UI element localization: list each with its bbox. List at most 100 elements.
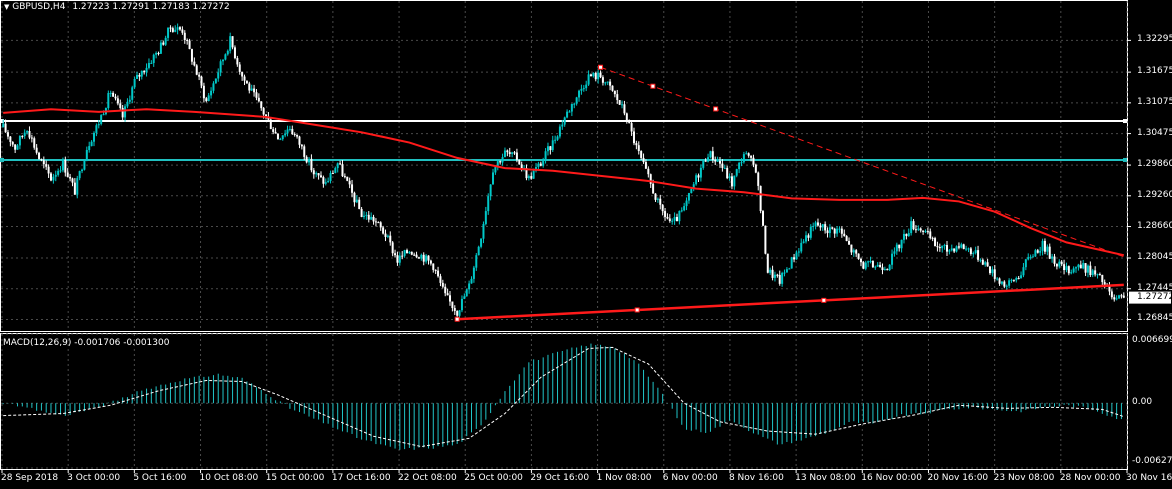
dropdown-arrow-icon[interactable]: ▼ — [4, 3, 9, 11]
candle — [785, 269, 788, 273]
x-tick-label: 3 Oct 00:00 — [67, 473, 121, 483]
candle — [492, 172, 495, 185]
candle — [764, 225, 767, 254]
candle — [518, 159, 521, 165]
candle — [114, 96, 117, 99]
candle — [635, 143, 638, 146]
candle — [601, 77, 604, 83]
candle — [1094, 270, 1097, 275]
candle — [339, 163, 342, 165]
candle — [623, 104, 626, 114]
candle — [537, 163, 540, 168]
candle — [1110, 291, 1113, 298]
candle — [1008, 280, 1011, 286]
candle — [1036, 250, 1039, 253]
candle — [816, 222, 819, 226]
candle — [809, 226, 812, 238]
candle — [370, 216, 373, 220]
chart-canvas[interactable] — [0, 0, 1172, 489]
candle — [83, 160, 86, 170]
candle — [1022, 267, 1025, 276]
candle — [1000, 281, 1003, 284]
candle — [1070, 272, 1073, 274]
candle — [396, 255, 399, 263]
candle — [833, 228, 836, 234]
candle — [783, 272, 786, 274]
candle — [336, 163, 339, 169]
candle — [974, 250, 977, 254]
candle — [876, 264, 879, 267]
candle — [960, 244, 963, 248]
candle — [90, 141, 93, 147]
candle — [1039, 250, 1042, 253]
candle — [413, 254, 416, 256]
candle — [1017, 278, 1020, 280]
candle — [1012, 279, 1015, 281]
candle — [260, 101, 263, 109]
candle — [140, 70, 143, 77]
x-tick-label: 25 Oct 00:00 — [464, 473, 523, 483]
candle — [100, 115, 103, 125]
candle — [589, 74, 592, 77]
candle — [1003, 281, 1006, 287]
candle — [776, 274, 779, 276]
candle — [57, 170, 60, 175]
candle — [802, 241, 805, 243]
candle — [401, 255, 404, 257]
y-tick-label: 1.31075 — [1137, 96, 1172, 107]
candle — [202, 85, 205, 99]
candle — [862, 262, 865, 269]
candle — [821, 224, 824, 228]
candle — [272, 129, 275, 132]
candle — [403, 250, 406, 256]
candle — [453, 308, 456, 311]
candle — [138, 74, 141, 77]
candle — [716, 160, 719, 162]
candle — [327, 180, 330, 183]
candle — [119, 103, 122, 108]
y-tick-label: 1.29260 — [1137, 189, 1172, 200]
candle — [910, 221, 913, 234]
candle — [546, 146, 549, 152]
candle — [391, 242, 394, 254]
candle — [604, 82, 607, 84]
candle — [377, 222, 380, 224]
candle — [465, 289, 468, 297]
candle — [936, 246, 939, 248]
main-panel-border — [0, 0, 1128, 332]
hline-anchor — [1123, 157, 1127, 162]
candle — [506, 150, 509, 153]
candle — [171, 28, 174, 32]
candle — [551, 140, 554, 151]
candle — [14, 144, 17, 150]
candle — [499, 161, 502, 163]
candle — [439, 276, 442, 283]
candle — [613, 90, 616, 95]
candle — [190, 49, 193, 62]
candle — [92, 132, 95, 142]
candle — [1101, 274, 1104, 283]
candle — [329, 173, 332, 181]
candle — [427, 255, 430, 261]
chart-window[interactable]: ▼ GBPUSD,H4 1.27223 1.27291 1.27183 1.27… — [0, 0, 1172, 489]
candle — [845, 236, 848, 241]
candle — [996, 278, 999, 280]
candle — [69, 176, 72, 179]
candle — [671, 220, 674, 222]
candle — [687, 193, 690, 201]
candle — [21, 136, 24, 138]
x-tick-label: 16 Nov 00:00 — [861, 473, 922, 483]
x-tick-label: 28 Sep 2018 — [1, 473, 59, 483]
y-tick-label: 1.28660 — [1137, 220, 1172, 231]
candle — [300, 144, 303, 147]
candle — [174, 29, 177, 32]
candle — [998, 278, 1001, 284]
candle — [814, 222, 817, 226]
macd-axis-label: 0.00 — [1132, 397, 1153, 408]
candle — [640, 151, 643, 158]
candle — [1122, 295, 1125, 298]
candle — [279, 139, 282, 141]
candle — [840, 228, 843, 234]
candle — [678, 210, 681, 222]
candle — [276, 133, 279, 140]
